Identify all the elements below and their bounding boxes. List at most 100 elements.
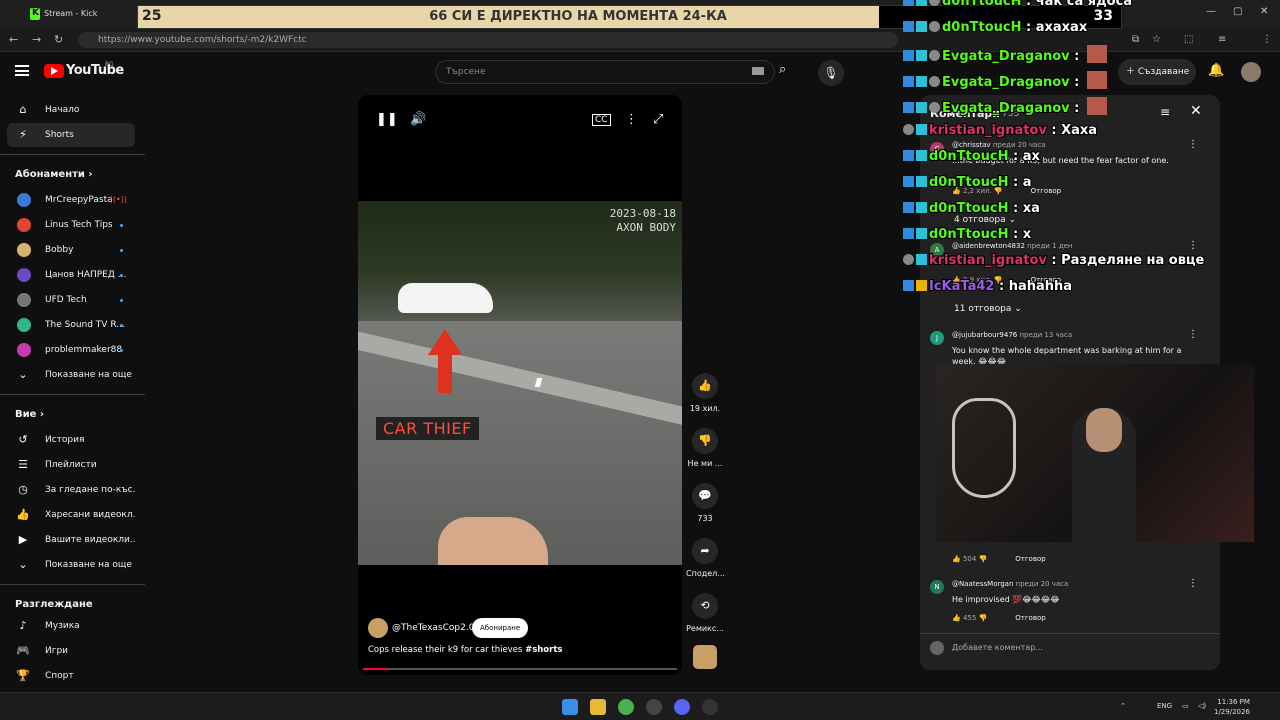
obs-icon[interactable] (646, 699, 662, 715)
language-indicator[interactable]: ENG (1157, 702, 1172, 710)
captions-icon[interactable]: CC (592, 114, 611, 126)
sidebar-item-subscription[interactable]: Цанов НАПРЕД ... (7, 263, 135, 287)
sidebar-item-label: За гледане по-къс... (45, 485, 135, 495)
app-icon[interactable] (702, 699, 718, 715)
url-field[interactable]: https://www.youtube.com/shorts/-m2/k2WFc… (78, 32, 898, 48)
channel-avatar (17, 218, 31, 232)
sidebar-item-subscription[interactable]: Linus Tech Tips (7, 213, 135, 237)
tray-overflow-icon[interactable]: ⌃ (1120, 702, 1126, 710)
forward-icon[interactable]: → (32, 33, 41, 46)
comment-username[interactable]: @jujubarbour9476 (952, 331, 1017, 339)
chat-message: IcKaTa42 : hahahha (903, 279, 1072, 301)
comment-avatar[interactable]: N (930, 580, 944, 594)
share-button[interactable]: ➦ Сподел... (686, 538, 725, 578)
channel-avatar (17, 293, 31, 307)
microphone-icon[interactable]: 🎙 (818, 60, 844, 86)
chat-text: Хаха (1061, 123, 1098, 138)
browser-menu-icon[interactable]: ⋮ (1262, 34, 1272, 45)
video-frame[interactable]: 2023-08-18 AXON BODY CAR THIEF (358, 201, 682, 565)
comment-username[interactable]: @NaatessMorgan (952, 580, 1013, 588)
sidebar-item-subscription[interactable]: problemmaker88 (7, 338, 135, 362)
chat-badge-icon (916, 21, 927, 32)
sidebar-item-subscription[interactable]: MrCreepyPasta ((•)) (7, 188, 135, 212)
system-clock[interactable]: 11:36 PM 1/29/2026 (1214, 697, 1250, 717)
sidebar-show-more[interactable]: ⌄ Показване на още (7, 553, 135, 577)
chat-badge-icon (916, 176, 927, 187)
search-icon[interactable]: ⌕ (779, 62, 786, 77)
youtube-logo-icon[interactable] (44, 64, 64, 78)
media-icon[interactable]: ≡ (1218, 34, 1226, 45)
network-icon[interactable]: ▭ (1182, 702, 1189, 710)
replies-toggle[interactable]: 11 отговора ⌄ (954, 304, 1022, 314)
share-icon: ➦ (692, 538, 718, 564)
fullscreen-icon[interactable]: ⤢ (653, 112, 663, 127)
browser-tab[interactable]: Stream - Kick Dashboard (26, 2, 138, 40)
chat-badge-icon (916, 0, 927, 6)
sidebar-item-subscription[interactable]: UFD Tech (7, 288, 135, 312)
reload-icon[interactable]: ↻ (54, 33, 63, 46)
subscribe-button[interactable]: Абониране (472, 618, 529, 638)
channel-avatar[interactable] (368, 618, 388, 638)
short-hashtag[interactable]: #shorts (525, 645, 562, 655)
sidebar-item-gaming[interactable]: 🎮 Игри (7, 639, 135, 663)
comment-count: 733 (697, 514, 713, 523)
shorts-player[interactable]: ❚❚ 🔊 CC ⋮ ⤢ 2023-08-18 AXON BODY CAR THI… (358, 95, 682, 675)
sidebar-item-label: MrCreepyPasta (45, 195, 113, 205)
close-window-icon[interactable]: ✕ (1260, 6, 1268, 17)
comment-more-icon[interactable]: ⋮ (1188, 578, 1198, 589)
windows-taskbar: ⌃ ENG ▭ ◁) 11:36 PM 1/29/2026 (0, 692, 1280, 720)
comments-button[interactable]: 💬 733 (686, 483, 724, 523)
sidebar-item-shorts[interactable]: ⚡ Shorts (7, 123, 135, 147)
sidebar-show-more[interactable]: ⌄ Показване на още (7, 363, 135, 387)
comment-more-icon[interactable]: ⋮ (1188, 329, 1198, 340)
notifications-bell-icon[interactable]: 🔔 (1208, 63, 1224, 78)
youtube-logo-text[interactable]: YouTube (66, 63, 124, 78)
video-progress-bar[interactable] (363, 668, 677, 670)
comment-avatar[interactable]: J (930, 331, 944, 345)
white-car (398, 283, 493, 313)
you-heading[interactable]: Вие › (15, 409, 44, 420)
sidebar-item-liked[interactable]: 👍 Харесани видеокл... (7, 503, 135, 527)
account-avatar[interactable] (1241, 62, 1261, 82)
sidebar-item-history[interactable]: ↺ История (7, 428, 135, 452)
maximize-icon[interactable]: ▢ (1233, 6, 1242, 17)
back-icon[interactable]: ← (9, 33, 18, 46)
sidebar-item-subscription[interactable]: Bobby (7, 238, 135, 262)
sidebar-item-watch-later[interactable]: ◷ За гледане по-къс... (7, 478, 135, 502)
volume-tray-icon[interactable]: ◁) (1198, 702, 1206, 710)
chrome-icon[interactable] (618, 699, 634, 715)
chat-badge-icon (903, 280, 914, 291)
add-comment-input[interactable]: Добавете коментар... (930, 641, 1210, 655)
chat-badge-icon (903, 76, 914, 87)
sidebar-item-subscription[interactable]: The Sound TV R... (7, 313, 135, 337)
remix-button[interactable]: ⟲ Ремикс... (686, 593, 724, 633)
subscriptions-heading[interactable]: Абонаменти › (15, 169, 93, 180)
search-input[interactable]: Търсене (435, 60, 775, 84)
like-button[interactable]: 👍 19 хил. (686, 373, 724, 413)
new-content-dot (120, 349, 123, 352)
reply-button[interactable]: Отговор (1015, 555, 1045, 563)
sidebar-item-sports[interactable]: 🏆 Спорт (7, 664, 135, 688)
sound-thumbnail[interactable] (693, 645, 717, 669)
thumbs-up-icon: 👍 (692, 373, 718, 399)
keyboard-icon[interactable] (752, 67, 764, 75)
sidebar-item-home[interactable]: ⌂ Начало (7, 98, 135, 122)
music-icon: ♪ (19, 619, 27, 632)
discord-icon[interactable] (674, 699, 690, 715)
sidebar-divider (0, 584, 145, 585)
sidebar-item-label: Цанов НАПРЕД ... (45, 270, 127, 280)
reply-button[interactable]: Отговор (1015, 614, 1045, 622)
channel-name[interactable]: @TheTexasCop2.0 (392, 623, 474, 633)
file-explorer-icon[interactable] (590, 699, 606, 715)
sidebar-item-your-videos[interactable]: ▶ Вашите видеокли... (7, 528, 135, 552)
sidebar-item-music[interactable]: ♪ Музика (7, 614, 135, 638)
start-icon[interactable] (562, 699, 578, 715)
pause-icon[interactable]: ❚❚ (376, 112, 398, 127)
hamburger-menu-icon[interactable] (15, 65, 29, 76)
more-options-icon[interactable]: ⋮ (625, 112, 638, 127)
volume-icon[interactable]: 🔊 (410, 112, 426, 127)
minimize-icon[interactable]: — (1206, 6, 1216, 17)
dislike-button[interactable]: 👎 Не ми ... (686, 428, 724, 468)
chat-badge-icon (903, 124, 914, 135)
sidebar-item-playlists[interactable]: ☰ Плейлисти (7, 453, 135, 477)
